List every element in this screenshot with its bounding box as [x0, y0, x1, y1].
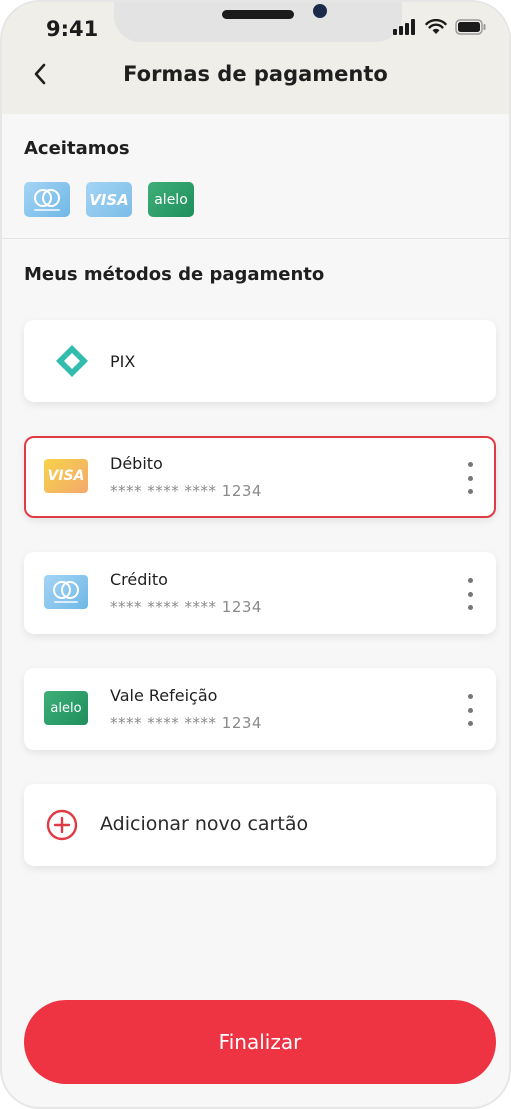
visa-logo-icon: VISA: [86, 182, 132, 217]
payment-method-credit[interactable]: Crédito **** **** **** 1234: [24, 552, 496, 634]
mastercard-logo-icon: [44, 575, 88, 609]
card-number: **** **** **** 1234: [110, 598, 262, 616]
pix-label: PIX: [110, 352, 136, 371]
status-time: 9:41: [46, 17, 99, 41]
payment-method-pix[interactable]: PIX: [24, 320, 496, 402]
section-divider: [2, 238, 509, 239]
visa-logo-icon: VISA: [44, 459, 88, 493]
alelo-logo-icon: alelo: [148, 182, 194, 217]
top-bar: 9:41 Formas de pagamento: [2, 2, 509, 114]
visa-logo-text: VISA: [47, 468, 85, 484]
card-number: **** **** **** 1234: [110, 714, 262, 732]
content-area: Aceitamos VISA alelo Meus métodos de pag…: [2, 114, 509, 1107]
visa-logo-text: VISA: [89, 190, 129, 209]
wifi-icon: [425, 19, 447, 34]
device-notch: [114, 2, 402, 42]
status-icons: [393, 19, 487, 35]
battery-icon: [455, 19, 486, 35]
pix-logo-icon: [56, 345, 88, 377]
page-title: Formas de pagamento: [123, 62, 388, 86]
signal-icon: [393, 19, 415, 35]
plus-circle-icon: [46, 809, 78, 841]
methods-title: Meus métodos de pagamento: [24, 264, 325, 285]
alelo-logo-icon: alelo: [44, 691, 88, 725]
payment-method-meal-voucher[interactable]: alelo Vale Refeição **** **** **** 1234: [24, 668, 496, 750]
more-options-icon[interactable]: [462, 694, 478, 726]
card-name: Débito: [110, 454, 163, 473]
add-card-label: Adicionar novo cartão: [100, 813, 309, 835]
alelo-logo-text: alelo: [50, 700, 82, 716]
alelo-logo-text: alelo: [154, 191, 188, 208]
add-card-button[interactable]: Adicionar novo cartão: [24, 784, 496, 866]
phone-screen: 9:41 Formas de pagamento Aceitamos VISA …: [0, 0, 511, 1109]
card-name: Vale Refeição: [110, 686, 218, 705]
finalize-button[interactable]: Finalizar: [24, 1000, 496, 1084]
card-name: Crédito: [110, 570, 168, 589]
payment-method-debit[interactable]: VISA Débito **** **** **** 1234: [24, 436, 496, 518]
speaker-grille: [222, 10, 294, 19]
more-options-icon[interactable]: [462, 462, 478, 494]
front-camera: [313, 4, 327, 18]
card-number: **** **** **** 1234: [110, 482, 262, 500]
more-options-icon[interactable]: [462, 578, 478, 610]
mastercard-logo-icon: [24, 182, 70, 217]
accepted-title: Aceitamos: [24, 138, 130, 159]
accepted-brands: VISA alelo: [24, 182, 194, 217]
